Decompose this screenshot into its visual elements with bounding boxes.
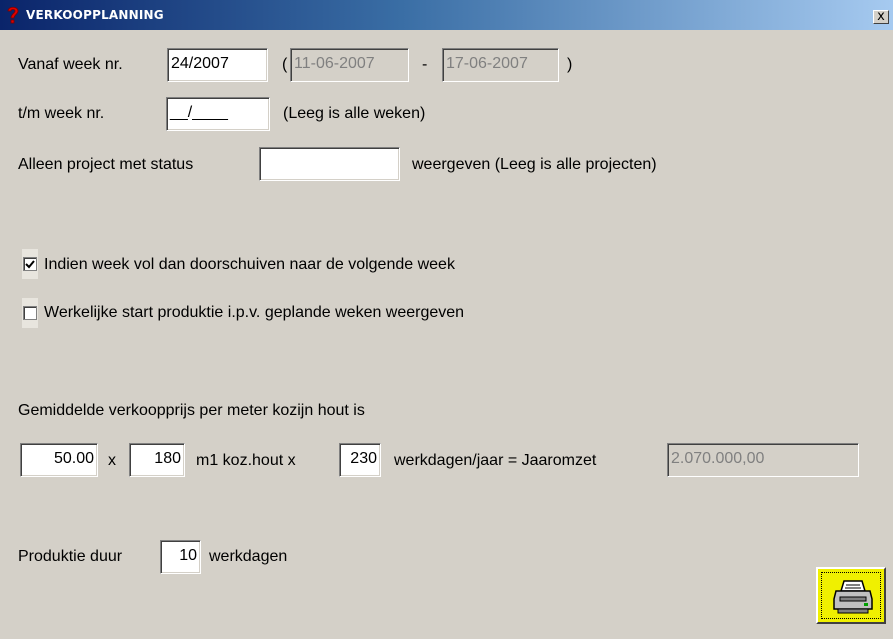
shift-week-label[interactable]: Indien week vol dan doorschuiven naar de… [44, 256, 455, 274]
week-end-date-field: 17-06-2007 [442, 48, 559, 82]
week-from-input[interactable]: 24/2007 [167, 48, 268, 82]
workdays-label: werkdagen/jaar = Jaaromzet [394, 452, 597, 469]
meters-label: m1 koz.hout x [196, 452, 296, 469]
production-duration-unit: werkdagen [209, 548, 288, 565]
meters-input[interactable]: 180 [129, 443, 185, 477]
week-to-label: t/m week nr. [18, 105, 105, 122]
window-title: VERKOOPPLANNING [26, 8, 164, 22]
revenue-heading: Gemiddelde verkoopprijs per meter kozijn… [18, 402, 365, 419]
title-bar: VERKOOPPLANNING x [0, 0, 893, 30]
printer-icon [833, 580, 873, 614]
week-from-label: Vanaf week nr. [18, 56, 123, 73]
checkmark-icon [25, 260, 35, 269]
help-question-icon [4, 5, 22, 25]
date-separator: - [422, 56, 428, 73]
shift-week-checkbox[interactable] [23, 257, 37, 271]
close-button[interactable]: x [873, 10, 889, 24]
status-filter-input[interactable] [259, 147, 400, 181]
paren-close: ) [567, 56, 573, 73]
annual-revenue-field: 2.070.000,00 [667, 443, 859, 477]
workdays-input[interactable]: 230 [339, 443, 381, 477]
actual-start-checkbox[interactable] [23, 306, 37, 320]
price-per-meter-input[interactable]: 50.00 [20, 443, 98, 477]
status-filter-hint: weergeven (Leeg is alle projecten) [412, 156, 657, 173]
print-button[interactable] [816, 567, 886, 624]
actual-start-label[interactable]: Werkelijke start produktie i.p.v. geplan… [44, 304, 464, 322]
week-to-hint: (Leeg is alle weken) [283, 105, 426, 122]
week-to-input[interactable]: __/____ [166, 97, 270, 131]
paren-open: ( [282, 56, 288, 73]
status-filter-label: Alleen project met status [18, 156, 194, 173]
week-start-date-field: 11-06-2007 [290, 48, 409, 82]
multiply-sign: x [108, 452, 116, 469]
production-duration-label: Produktie duur [18, 548, 123, 565]
production-duration-input[interactable]: 10 [160, 540, 201, 574]
